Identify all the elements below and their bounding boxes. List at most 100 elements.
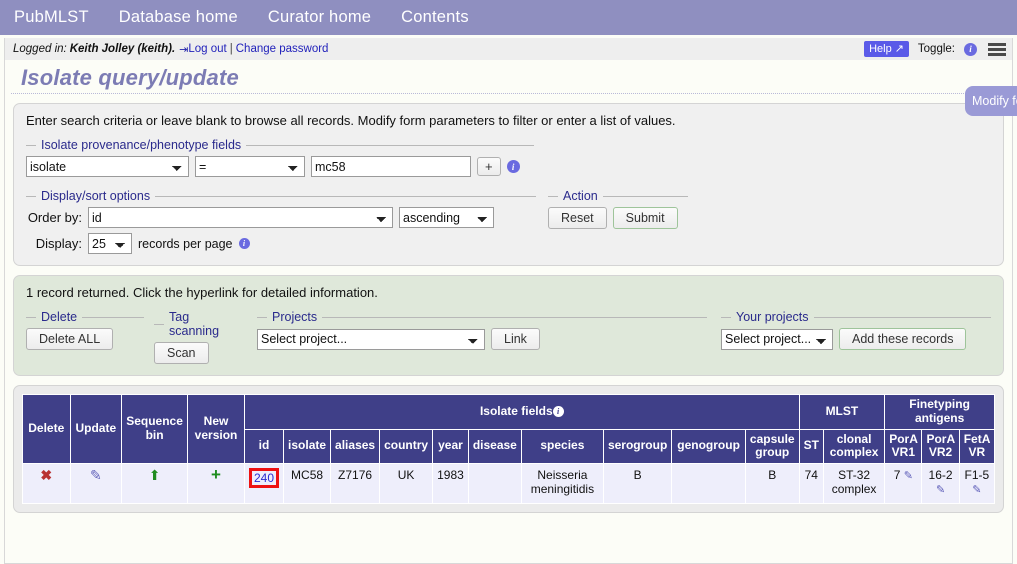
- provenance-fieldset: Isolate provenance/phenotype fields isol…: [26, 138, 534, 177]
- query-form-panel: Enter search criteria or leave blank to …: [13, 103, 1004, 266]
- cell-pora-vr1: 7 ✎: [884, 463, 923, 505]
- plus-icon[interactable]: +: [211, 466, 221, 483]
- nav-item-curator-home[interactable]: Curator home: [268, 8, 371, 27]
- page-title: Isolate query/update: [11, 62, 1006, 94]
- your-projects-legend: Your projects: [736, 310, 809, 324]
- pora-vr1-edit-pencil-icon[interactable]: ✎: [904, 470, 913, 482]
- display-info-icon[interactable]: i: [238, 238, 250, 249]
- logged-in-user: Keith Jolley (keith).: [69, 43, 176, 55]
- login-separator: |: [229, 43, 233, 55]
- hamburger-icon[interactable]: [988, 42, 1006, 56]
- pora-vr2-edit-pencil-icon[interactable]: ✎: [936, 484, 945, 496]
- add-these-records-button[interactable]: Add these records: [839, 328, 967, 350]
- help-button[interactable]: Help ↗: [864, 41, 909, 57]
- th-disease[interactable]: disease: [467, 428, 522, 465]
- th-species[interactable]: species: [520, 428, 604, 465]
- toggle-label: Toggle:: [917, 43, 955, 55]
- cell-clonal-complex: ST-32 complex: [822, 463, 886, 505]
- cell-sequence-bin[interactable]: ⬆: [121, 463, 189, 505]
- cell-new-version[interactable]: +: [187, 463, 245, 505]
- projects-fieldset: Projects Select project... Link: [257, 310, 707, 350]
- change-password-link[interactable]: Change password: [236, 43, 329, 55]
- sort-direction-select[interactable]: ascending: [399, 207, 494, 228]
- th-genogroup[interactable]: genogroup: [671, 428, 746, 465]
- order-by-label: Order by:: [27, 210, 82, 225]
- your-project-select[interactable]: Select project...: [721, 328, 833, 350]
- cell-aliases: Z7176: [330, 463, 381, 505]
- cell-update[interactable]: ✎: [69, 463, 123, 505]
- provenance-value-input[interactable]: [311, 156, 471, 177]
- th-pora-vr2[interactable]: PorA VR2: [921, 428, 960, 465]
- cell-country: UK: [379, 463, 434, 505]
- id-link[interactable]: 240: [254, 471, 274, 485]
- login-bar-actions: Help ↗ Toggle: i: [864, 41, 1006, 57]
- records-per-page-select[interactable]: 25: [88, 233, 132, 254]
- nav-item-database-home[interactable]: Database home: [119, 8, 238, 27]
- provenance-info-icon[interactable]: i: [506, 160, 520, 173]
- th-st[interactable]: ST: [798, 428, 824, 465]
- projects-row: Select project... Link: [257, 328, 707, 350]
- link-button[interactable]: Link: [491, 328, 540, 350]
- th-new-version[interactable]: New version: [187, 393, 245, 465]
- nav-item-contents[interactable]: Contents: [401, 8, 469, 27]
- submit-button[interactable]: Submit: [612, 207, 678, 229]
- display-label: Display:: [35, 236, 82, 251]
- reset-button[interactable]: Reset: [548, 207, 607, 229]
- th-isolate[interactable]: isolate: [283, 428, 332, 465]
- cell-id[interactable]: 240: [243, 463, 285, 505]
- hamburger-bar-2: [988, 47, 1006, 51]
- th-id[interactable]: id: [243, 428, 285, 465]
- feta-vr-edit-pencil-icon[interactable]: ✎: [972, 484, 981, 496]
- th-clonal-complex[interactable]: clonal complex: [822, 428, 886, 465]
- th-year[interactable]: year: [432, 428, 469, 465]
- delete-legend: Delete: [41, 310, 78, 324]
- external-link-icon: ↗: [894, 43, 904, 55]
- add-field-button[interactable]: +: [477, 157, 501, 176]
- toggle-info-icon[interactable]: i: [964, 42, 977, 56]
- project-select[interactable]: Select project...: [257, 328, 485, 350]
- provenance-legend: Isolate provenance/phenotype fields: [41, 138, 242, 152]
- scan-button[interactable]: Scan: [154, 342, 209, 364]
- provenance-field-select[interactable]: isolate: [26, 156, 189, 177]
- th-feta-vr[interactable]: FetA VR: [958, 428, 996, 465]
- provenance-operator-select[interactable]: =: [195, 156, 305, 177]
- th-update[interactable]: Update: [69, 393, 123, 465]
- id-highlight-box: 240: [249, 468, 280, 489]
- display-options-legend: Display/sort options: [41, 189, 151, 203]
- top-navbar: PubMLST Database home Curator home Conte…: [0, 0, 1017, 35]
- results-actions-row: Delete Delete ALL Tag scanning Scan Proj…: [26, 310, 991, 364]
- query-form-intro: Enter search criteria or leave blank to …: [26, 113, 676, 128]
- th-aliases[interactable]: aliases: [330, 428, 381, 465]
- cell-year: 1983: [432, 463, 469, 505]
- red-cross-icon[interactable]: ✖: [40, 468, 52, 482]
- order-by-select[interactable]: id: [88, 207, 393, 228]
- th-capsule-group[interactable]: capsule group: [744, 428, 800, 465]
- th-country[interactable]: country: [379, 428, 434, 465]
- pora-vr2-value: 16-2: [928, 468, 953, 483]
- th-serogroup[interactable]: serogroup: [602, 428, 673, 465]
- upload-icon[interactable]: ⬆: [149, 468, 161, 482]
- display-count-row: Display: 25 records per page i: [26, 233, 536, 254]
- modify-form-options-tab[interactable]: Modify form options: [965, 86, 1017, 116]
- table-row: ✖ ✎ ⬆ + 240 MC58 Z7176 UK 1983 Neisseria…: [22, 463, 996, 505]
- records-per-page-label: records per page: [138, 236, 233, 251]
- login-bar: Logged in: Keith Jolley (keith). ⇥ Log o…: [5, 38, 1012, 60]
- logout-arrow-icon: ⇥: [179, 43, 189, 56]
- nav-item-pubmlst[interactable]: PubMLST: [14, 8, 89, 27]
- pencil-icon[interactable]: ✎: [90, 468, 102, 482]
- isolate-fields-info-icon[interactable]: i: [552, 406, 564, 418]
- th-delete[interactable]: Delete: [22, 393, 71, 465]
- delete-fieldset: Delete Delete ALL: [26, 310, 144, 350]
- page-frame: Logged in: Keith Jolley (keith). ⇥ Log o…: [4, 38, 1017, 564]
- isolate-results-table: Delete Update Sequence bin New version I…: [22, 393, 996, 505]
- cell-delete[interactable]: ✖: [22, 463, 71, 505]
- tag-scanning-fieldset: Tag scanning Scan: [154, 310, 247, 364]
- projects-legend: Projects: [272, 310, 318, 324]
- action-buttons-row: Reset Submit: [548, 207, 688, 229]
- log-out-link[interactable]: Log out: [188, 43, 226, 55]
- delete-all-button[interactable]: Delete ALL: [26, 328, 114, 350]
- table-head: Delete Update Sequence bin New version I…: [22, 393, 996, 465]
- cell-isolate: MC58: [283, 463, 332, 505]
- th-sequence-bin[interactable]: Sequence bin: [121, 393, 189, 465]
- th-pora-vr1[interactable]: PorA VR1: [884, 428, 923, 465]
